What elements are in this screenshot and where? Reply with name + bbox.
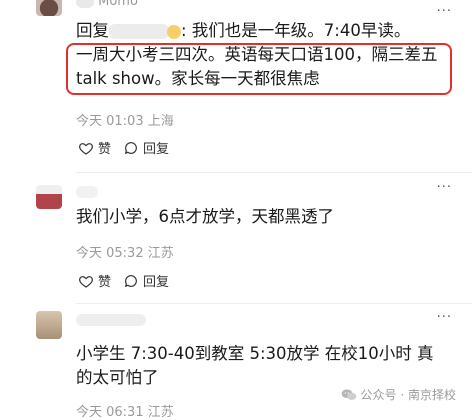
username[interactable]: Momo: [76, 0, 138, 9]
thumb-up-icon: [79, 142, 93, 155]
comment-body: 我们小学，6点才放学，天都黑透了: [76, 207, 334, 226]
thumb-up-icon: [79, 275, 93, 288]
more-options-button[interactable]: ···: [437, 310, 452, 325]
reply-button[interactable]: 回复: [123, 138, 169, 157]
avatar[interactable]: [36, 0, 62, 16]
more-options-button[interactable]: ···: [437, 4, 452, 19]
blurred-name: [76, 185, 98, 198]
comment-meta: 今天 01:03 上海: [76, 114, 174, 129]
comment-actions: 赞 回复: [78, 271, 169, 290]
divider: [76, 303, 472, 304]
comment-text: 我们小学，6点才放学，天都黑透了: [76, 205, 450, 229]
blurred-reply-name: [109, 24, 169, 39]
reply-button[interactable]: 回复: [123, 271, 169, 290]
like-button[interactable]: 赞: [78, 271, 111, 290]
red-highlight-box: [66, 43, 452, 95]
reply-name-emoji: [167, 24, 181, 39]
like-label: 赞: [98, 275, 112, 290]
blurred-name: [76, 313, 146, 326]
comment-meta: 今天 06:31 江苏: [76, 405, 174, 420]
comment-actions: 赞 回复: [78, 138, 169, 157]
username[interactable]: [76, 312, 146, 327]
divider: [76, 172, 472, 173]
comment-body: 小学生 7:30-40到教室 5:30放学 在校10小时 真的太可怕了: [76, 344, 434, 387]
more-options-button[interactable]: ···: [437, 180, 452, 195]
watermark: 公众号 · 南京择校: [341, 386, 456, 403]
reply-label: 回复: [143, 142, 170, 157]
blurred-name: [76, 0, 94, 8]
reply-bubble-icon: [125, 141, 137, 154]
avatar[interactable]: [36, 185, 62, 209]
reply-bubble-icon: [125, 274, 137, 287]
like-label: 赞: [98, 142, 112, 157]
avatar[interactable]: [36, 311, 62, 339]
comment-meta: 今天 05:32 江苏: [76, 246, 174, 261]
wechat-logo-icon: [341, 388, 356, 400]
username[interactable]: [76, 184, 98, 199]
reply-prefix: 回复: [76, 21, 109, 40]
watermark-text: 公众号 · 南京择校: [360, 388, 456, 402]
reply-label: 回复: [143, 275, 170, 290]
comment-text: 小学生 7:30-40到教室 5:30放学 在校10小时 真的太可怕了: [76, 342, 450, 390]
reply-quote: : 我们也是一年级。7:40早读。: [181, 21, 411, 40]
like-button[interactable]: 赞: [78, 138, 111, 157]
